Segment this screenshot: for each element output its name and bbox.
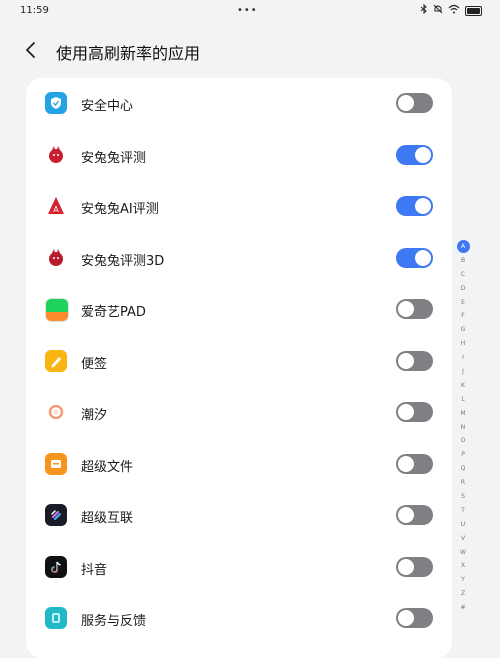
list-item: 潮汐 [26, 387, 452, 439]
alphabet-letter[interactable]: T [456, 504, 470, 518]
list-item: 安全中心 [26, 78, 452, 130]
alphabet-letter[interactable]: C [456, 268, 470, 282]
alphabet-letter[interactable]: W [456, 546, 470, 560]
page-title: 使用高刷新率的应用 [56, 44, 201, 63]
refresh-toggle[interactable] [396, 196, 433, 216]
refresh-toggle[interactable] [396, 350, 433, 371]
antutu-3d-icon [45, 247, 67, 269]
security-center-icon [45, 92, 67, 114]
list-item: 爱奇艺PAD [26, 284, 452, 336]
alphabet-letter[interactable]: X [456, 559, 470, 573]
toggle-knob [398, 95, 414, 111]
douyin-icon [45, 555, 67, 578]
list-item: A 安兔兔AI评测 [26, 181, 452, 233]
list-item: 安兔兔评测 [26, 130, 452, 182]
iqiyi-logo-bottom [46, 312, 68, 321]
super-link-icon [45, 504, 67, 526]
refresh-toggle[interactable] [396, 144, 433, 165]
toggle-knob [398, 301, 414, 317]
alphabet-letter[interactable]: # [456, 601, 470, 615]
alphabet-letter[interactable]: H [456, 337, 470, 351]
app-label: 抖音 [81, 562, 108, 578]
antutu-ai-icon: A [45, 195, 67, 217]
toggle-knob [398, 404, 414, 420]
app-label: 安全中心 [81, 99, 134, 114]
toggle-knob [398, 507, 414, 523]
alphabet-letter[interactable]: O [456, 434, 470, 448]
toggle-knob [398, 352, 414, 369]
app-label: 潮汐 [81, 408, 108, 423]
status-time: 11:59 [20, 5, 49, 16]
alphabet-letter[interactable]: I [456, 351, 470, 365]
service-feedback-icon [45, 607, 67, 629]
app-label: 超级文件 [81, 459, 134, 475]
alphabet-letter[interactable]: S [456, 490, 470, 504]
app-label: 安兔兔评测 [81, 150, 147, 166]
status-icons [420, 3, 482, 17]
battery-icon [465, 5, 482, 16]
list-item: 服务与反馈 [26, 593, 452, 645]
refresh-toggle[interactable] [396, 299, 433, 319]
alphabet-index[interactable]: A B C D E F G H I J K L M N O P Q R S T … [455, 240, 471, 615]
list-item: 抖音 [26, 542, 452, 594]
alphabet-letter[interactable]: N [456, 421, 470, 435]
toggle-knob [415, 198, 431, 214]
refresh-toggle[interactable] [396, 453, 433, 474]
toggle-knob [415, 146, 431, 163]
alphabet-letter[interactable]: G [456, 323, 470, 337]
alphabet-letter[interactable]: E [456, 296, 470, 310]
alphabet-letter[interactable]: P [456, 448, 470, 462]
status-bar: 11:59 ••• [0, 0, 500, 24]
list-item: 超级文件 [26, 439, 452, 491]
list-item: 安兔兔评测3D [26, 233, 452, 285]
alphabet-letter[interactable]: U [456, 518, 470, 532]
list-item: 超级互联 [26, 490, 452, 542]
multitask-dots[interactable]: ••• [237, 5, 258, 16]
alphabet-letter[interactable]: R [456, 476, 470, 490]
refresh-toggle[interactable] [396, 556, 433, 577]
antutu-icon [45, 144, 67, 166]
toggle-knob [398, 610, 414, 626]
super-files-icon [45, 452, 67, 475]
page-header: 使用高刷新率的应用 [0, 32, 500, 68]
refresh-toggle[interactable] [396, 93, 433, 113]
bluetooth-icon [420, 3, 428, 17]
toggle-knob [398, 558, 414, 575]
app-label: 安兔兔AI评测 [81, 202, 159, 217]
toggle-knob [415, 249, 431, 266]
alphabet-letter[interactable]: F [456, 309, 470, 323]
app-label: 安兔兔评测3D [81, 253, 165, 269]
alphabet-letter[interactable]: Z [456, 587, 470, 601]
alphabet-letter[interactable]: B [456, 254, 470, 268]
app-label: 超级互联 [81, 511, 134, 526]
app-label: 服务与反馈 [81, 614, 147, 629]
wifi-icon [448, 4, 460, 17]
alphabet-letter[interactable]: Y [456, 573, 470, 587]
app-list: 安全中心 安兔兔评测 A 安兔兔AI评测 安兔兔评测3D 爱奇艺PAD 便签 潮… [26, 78, 452, 658]
alphabet-letter[interactable]: L [456, 393, 470, 407]
tide-icon [45, 401, 67, 423]
mute-icon [433, 4, 443, 17]
refresh-toggle[interactable] [396, 608, 433, 628]
alphabet-letter[interactable]: V [456, 532, 470, 546]
chevron-left-icon [20, 38, 44, 62]
iqiyi-icon [45, 298, 69, 322]
iqiyi-logo-top [46, 299, 68, 312]
list-item: 便签 [26, 336, 452, 388]
app-label: 便签 [81, 356, 108, 372]
alphabet-letter[interactable]: K [456, 379, 470, 393]
svg-text:A: A [53, 205, 59, 214]
alphabet-letter[interactable]: Q [456, 462, 470, 476]
notes-icon [45, 349, 67, 372]
refresh-toggle[interactable] [396, 505, 433, 525]
alphabet-letter-active[interactable]: A [456, 240, 470, 254]
alphabet-letter[interactable]: M [456, 407, 470, 421]
alphabet-letter[interactable]: D [456, 282, 470, 296]
app-label: 爱奇艺PAD [81, 305, 146, 320]
refresh-toggle[interactable] [396, 247, 433, 268]
refresh-toggle[interactable] [396, 402, 433, 422]
alphabet-letter[interactable]: J [456, 365, 470, 379]
back-button[interactable] [20, 38, 44, 62]
toggle-knob [398, 455, 414, 472]
